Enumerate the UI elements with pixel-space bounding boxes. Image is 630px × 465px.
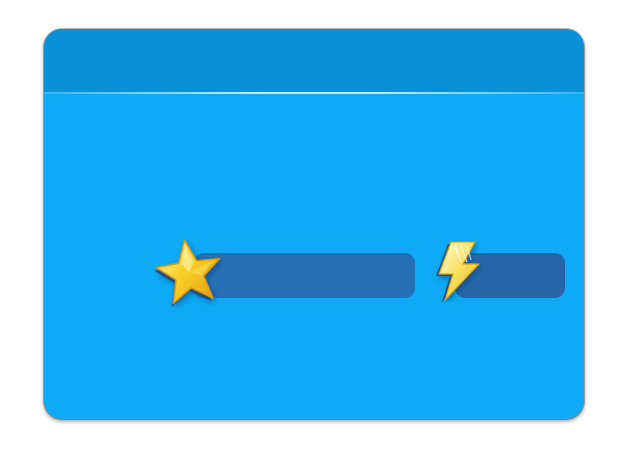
main-panel (44, 29, 584, 419)
panel-header (44, 29, 584, 92)
game-screen (0, 0, 630, 465)
stars-progress-bar (194, 253, 415, 298)
lightning-bolt-icon (436, 241, 480, 302)
star-icon (154, 239, 221, 307)
